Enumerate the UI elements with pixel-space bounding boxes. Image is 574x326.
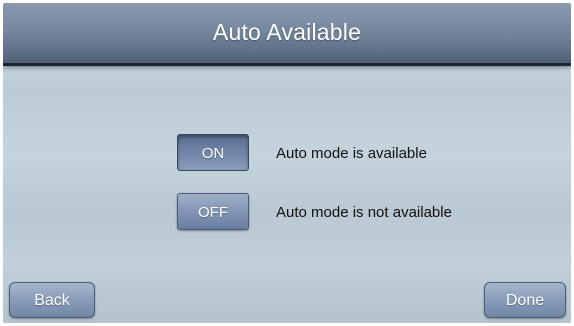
page-title: Auto Available	[212, 19, 362, 45]
back-button[interactable]: Back	[9, 282, 95, 318]
on-description: Auto mode is available	[276, 145, 427, 162]
header-bar: Auto Available	[3, 3, 571, 66]
on-button[interactable]: ON	[177, 134, 249, 171]
done-button[interactable]: Done	[484, 282, 566, 318]
off-description: Auto mode is not available	[276, 204, 452, 221]
off-button[interactable]: OFF	[177, 193, 249, 230]
auto-available-screen: Auto Available ON Auto mode is available…	[3, 3, 571, 323]
